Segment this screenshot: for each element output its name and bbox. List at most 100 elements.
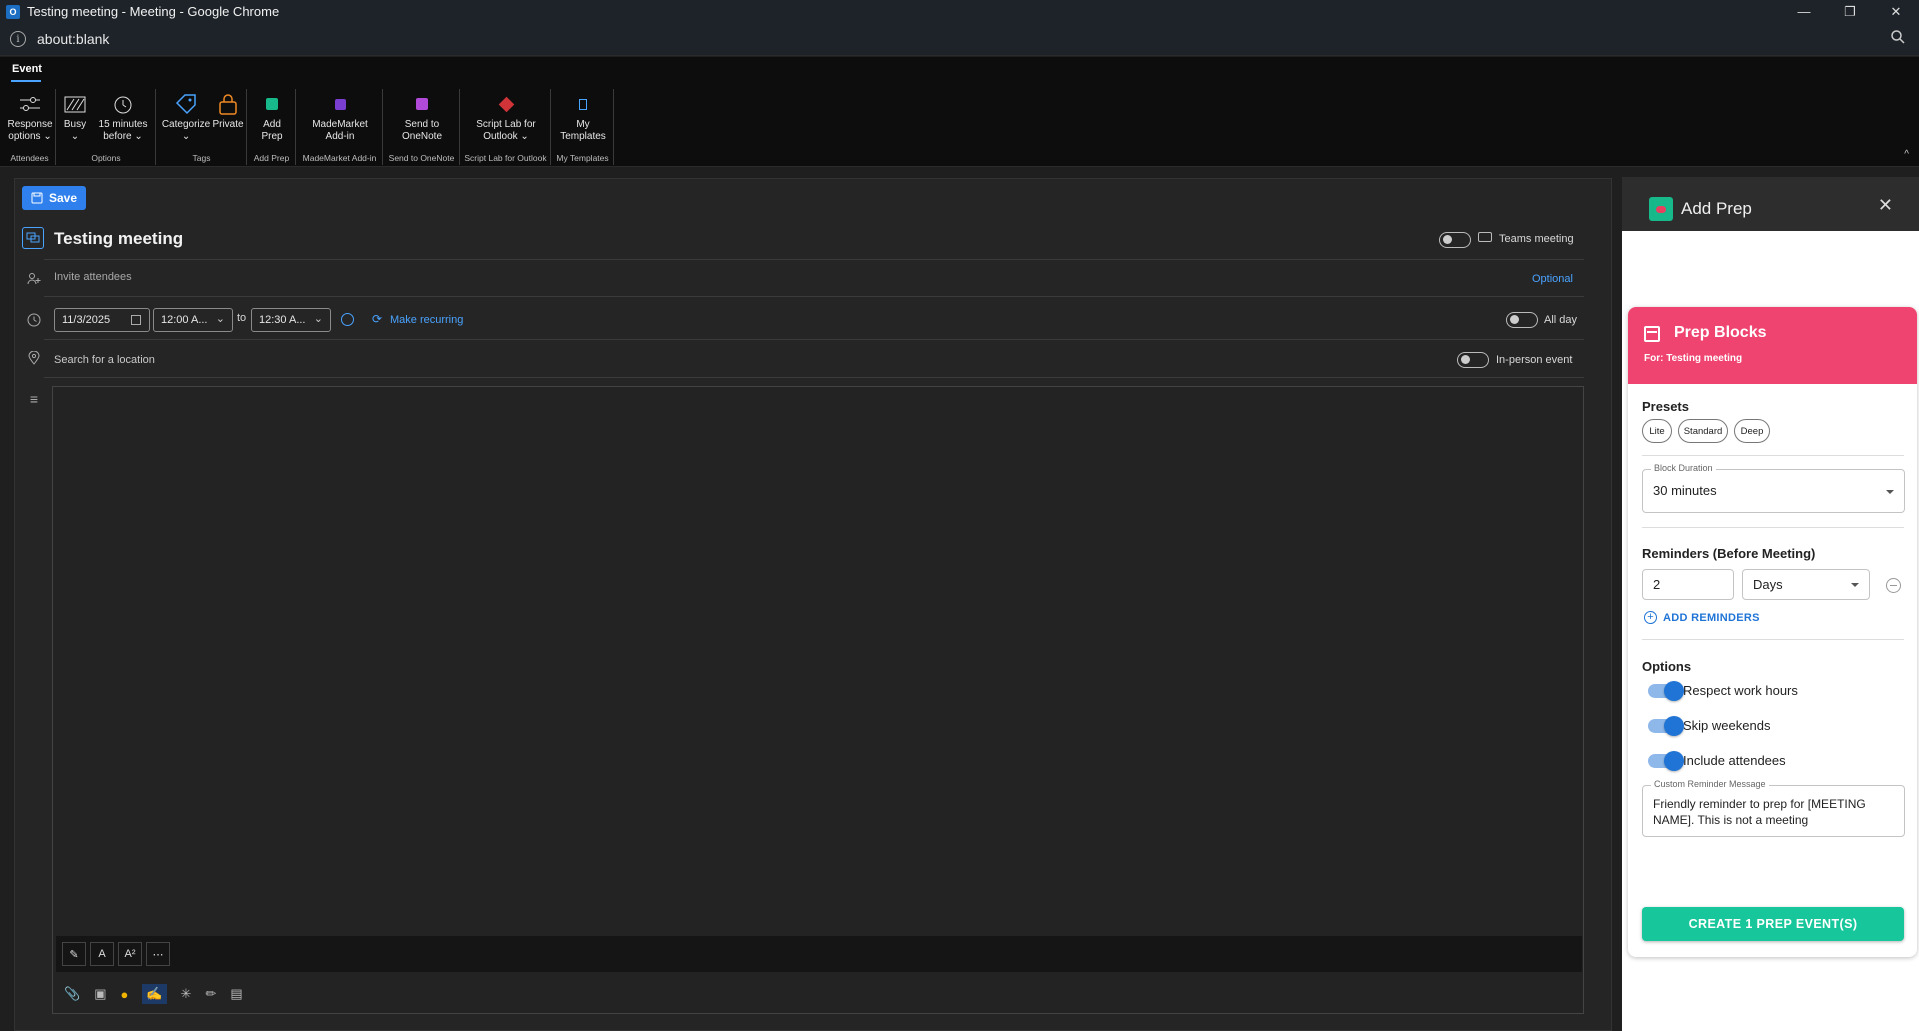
window-titlebar: O Testing meeting - Meeting - Google Chr… xyxy=(0,0,1919,23)
font-size-icon[interactable]: A xyxy=(90,942,114,966)
restore-button[interactable]: ❐ xyxy=(1827,0,1873,23)
meeting-title-input[interactable]: Testing meeting xyxy=(54,229,183,249)
prep-blocks-title: Prep Blocks xyxy=(1674,324,1767,341)
divider xyxy=(44,259,1584,260)
start-time-select[interactable]: 12:00 A... ⌄ xyxy=(153,308,233,332)
categorize-button[interactable]: Categorize ⌄ xyxy=(162,89,210,143)
private-label: Private xyxy=(212,119,244,130)
block-duration-select[interactable]: Block Duration 30 minutes xyxy=(1642,463,1905,513)
save-label: Save xyxy=(48,191,78,205)
skip-weekends-switch[interactable] xyxy=(1648,716,1684,736)
site-info-icon[interactable]: i xyxy=(10,31,26,47)
format-painter-icon[interactable]: ✎ xyxy=(62,942,86,966)
respect-work-hours-switch[interactable] xyxy=(1648,681,1684,701)
group-label-add-prep: Add Prep xyxy=(253,153,290,163)
skip-weekends-label: Skip weekends xyxy=(1683,718,1771,733)
group-label-attendees: Attendees xyxy=(10,153,49,163)
optional-attendees-link[interactable]: Optional xyxy=(1532,273,1573,285)
preset-deep-button[interactable]: Deep xyxy=(1734,419,1770,443)
mademarket-button[interactable]: MadeMarket Add-in xyxy=(301,89,379,143)
reminder-unit-select[interactable]: Days xyxy=(1742,569,1870,600)
save-button[interactable]: Save xyxy=(22,186,86,210)
script-lab-button[interactable]: Script Lab for Outlook ⌄ xyxy=(465,89,547,143)
lock-icon xyxy=(216,92,240,116)
add-prep-ribbon-button[interactable]: Add Prep xyxy=(252,89,292,143)
reminder-value-input[interactable]: 2 xyxy=(1642,569,1734,600)
url-text[interactable]: about:blank xyxy=(37,31,109,47)
reminder-button[interactable]: 15 minutes before ⌄ xyxy=(95,89,151,143)
tag-icon xyxy=(174,92,198,116)
group-label-onenote: Send to OneNote xyxy=(388,153,455,163)
location-pin-icon xyxy=(25,349,43,367)
add-prep-icon xyxy=(260,92,284,116)
superscript-icon[interactable]: A² xyxy=(118,942,142,966)
make-recurring-link[interactable]: Make recurring xyxy=(390,314,463,326)
templates-icon xyxy=(571,92,595,116)
clock-icon xyxy=(25,311,43,329)
preset-lite-button[interactable]: Lite xyxy=(1642,419,1672,443)
presets-heading: Presets xyxy=(1642,399,1689,414)
more-options-icon[interactable]: ⋯ xyxy=(146,942,170,966)
insert-toolbar: 📎 ▣ ● ✍ ✳ ✏ ▤ xyxy=(56,976,1582,1012)
editor-icon[interactable]: ✍ xyxy=(142,984,167,1004)
ribbon-group-add-prep: Add Prep Add Prep xyxy=(248,89,296,165)
preset-standard-button[interactable]: Standard xyxy=(1678,419,1728,443)
ribbon-group-templates: My Templates My Templates xyxy=(552,89,614,165)
custom-reminder-message-value: Friendly reminder to prep for [MEETING N… xyxy=(1653,797,1866,827)
divider xyxy=(44,296,1584,297)
include-attendees-label: Include attendees xyxy=(1683,753,1786,768)
custom-reminder-message-input[interactable]: Custom Reminder Message Friendly reminde… xyxy=(1642,779,1905,837)
start-date-value: 11/3/2025 xyxy=(62,314,111,326)
reminders-heading: Reminders (Before Meeting) xyxy=(1642,546,1816,561)
end-time-select[interactable]: 12:30 A... ⌄ xyxy=(251,308,331,332)
ribbon-group-attendees: Response options ⌄ Attendees xyxy=(4,89,56,165)
teams-meeting-toggle[interactable] xyxy=(1439,232,1471,248)
onenote-icon xyxy=(410,92,434,116)
private-button[interactable]: Private xyxy=(211,89,245,131)
response-options-button[interactable]: Response options ⌄ xyxy=(7,89,53,143)
templates-insert-icon[interactable]: ▤ xyxy=(230,986,242,1002)
calendar-icon xyxy=(131,315,141,325)
close-icon[interactable]: ✕ xyxy=(1878,195,1893,216)
zoom-icon[interactable] xyxy=(1891,30,1905,49)
in-person-label: In-person event xyxy=(1496,354,1573,366)
start-date-input[interactable]: 11/3/2025 xyxy=(54,308,150,332)
include-attendees-switch[interactable] xyxy=(1648,751,1684,771)
chevron-down-icon: ⌄ xyxy=(215,313,225,325)
group-label-scriptlab: Script Lab for Outlook xyxy=(464,153,547,163)
emoji-icon[interactable]: ● xyxy=(120,987,128,1002)
reminder-value: 2 xyxy=(1653,577,1661,592)
sliders-icon xyxy=(18,92,42,116)
image-icon[interactable]: ▣ xyxy=(94,986,106,1002)
prep-blocks-card: Prep Blocks For: Testing meeting Presets… xyxy=(1628,307,1917,957)
save-icon xyxy=(31,192,43,204)
draw-icon[interactable]: ✏ xyxy=(205,986,216,1002)
collapse-ribbon-icon[interactable]: ^ xyxy=(1904,149,1909,160)
add-reminders-button[interactable]: ADD REMINDERS xyxy=(1663,612,1760,624)
in-person-toggle[interactable] xyxy=(1457,352,1489,368)
minimize-button[interactable]: — xyxy=(1781,0,1827,23)
ribbon-group-tags: Categorize ⌄ Private Tags xyxy=(157,89,247,165)
meeting-body-editor[interactable] xyxy=(52,386,1584,1014)
send-to-onenote-button[interactable]: Send to OneNote xyxy=(388,89,456,143)
busy-button[interactable]: Busy ⌄ xyxy=(61,89,89,143)
location-input[interactable]: Search for a location xyxy=(54,354,155,366)
my-templates-button[interactable]: My Templates xyxy=(556,89,610,143)
close-window-button[interactable]: ✕ xyxy=(1873,0,1919,23)
group-label-options: Options xyxy=(91,153,121,163)
all-day-toggle[interactable] xyxy=(1506,312,1538,328)
mademarket-label: MadeMarket Add-in xyxy=(312,119,368,142)
add-prep-panel: Add Prep ✕ Prep Blocks For: Testing meet… xyxy=(1622,177,1919,1031)
time-zone-icon[interactable] xyxy=(341,313,354,326)
active-tab-indicator xyxy=(11,80,41,82)
busy-label: Busy ⌄ xyxy=(63,119,87,142)
remove-reminder-icon[interactable] xyxy=(1886,578,1901,593)
tab-event[interactable]: Event xyxy=(12,63,42,75)
attach-icon[interactable]: 📎 xyxy=(64,986,80,1002)
loop-icon[interactable]: ✳ xyxy=(181,986,192,1002)
invite-attendees-input[interactable]: Invite attendees xyxy=(54,271,132,283)
divider xyxy=(44,377,1584,378)
create-prep-events-button[interactable]: CREATE 1 PREP EVENT(S) xyxy=(1642,907,1904,941)
group-label-templates: My Templates xyxy=(556,153,609,163)
divider xyxy=(1642,527,1904,528)
